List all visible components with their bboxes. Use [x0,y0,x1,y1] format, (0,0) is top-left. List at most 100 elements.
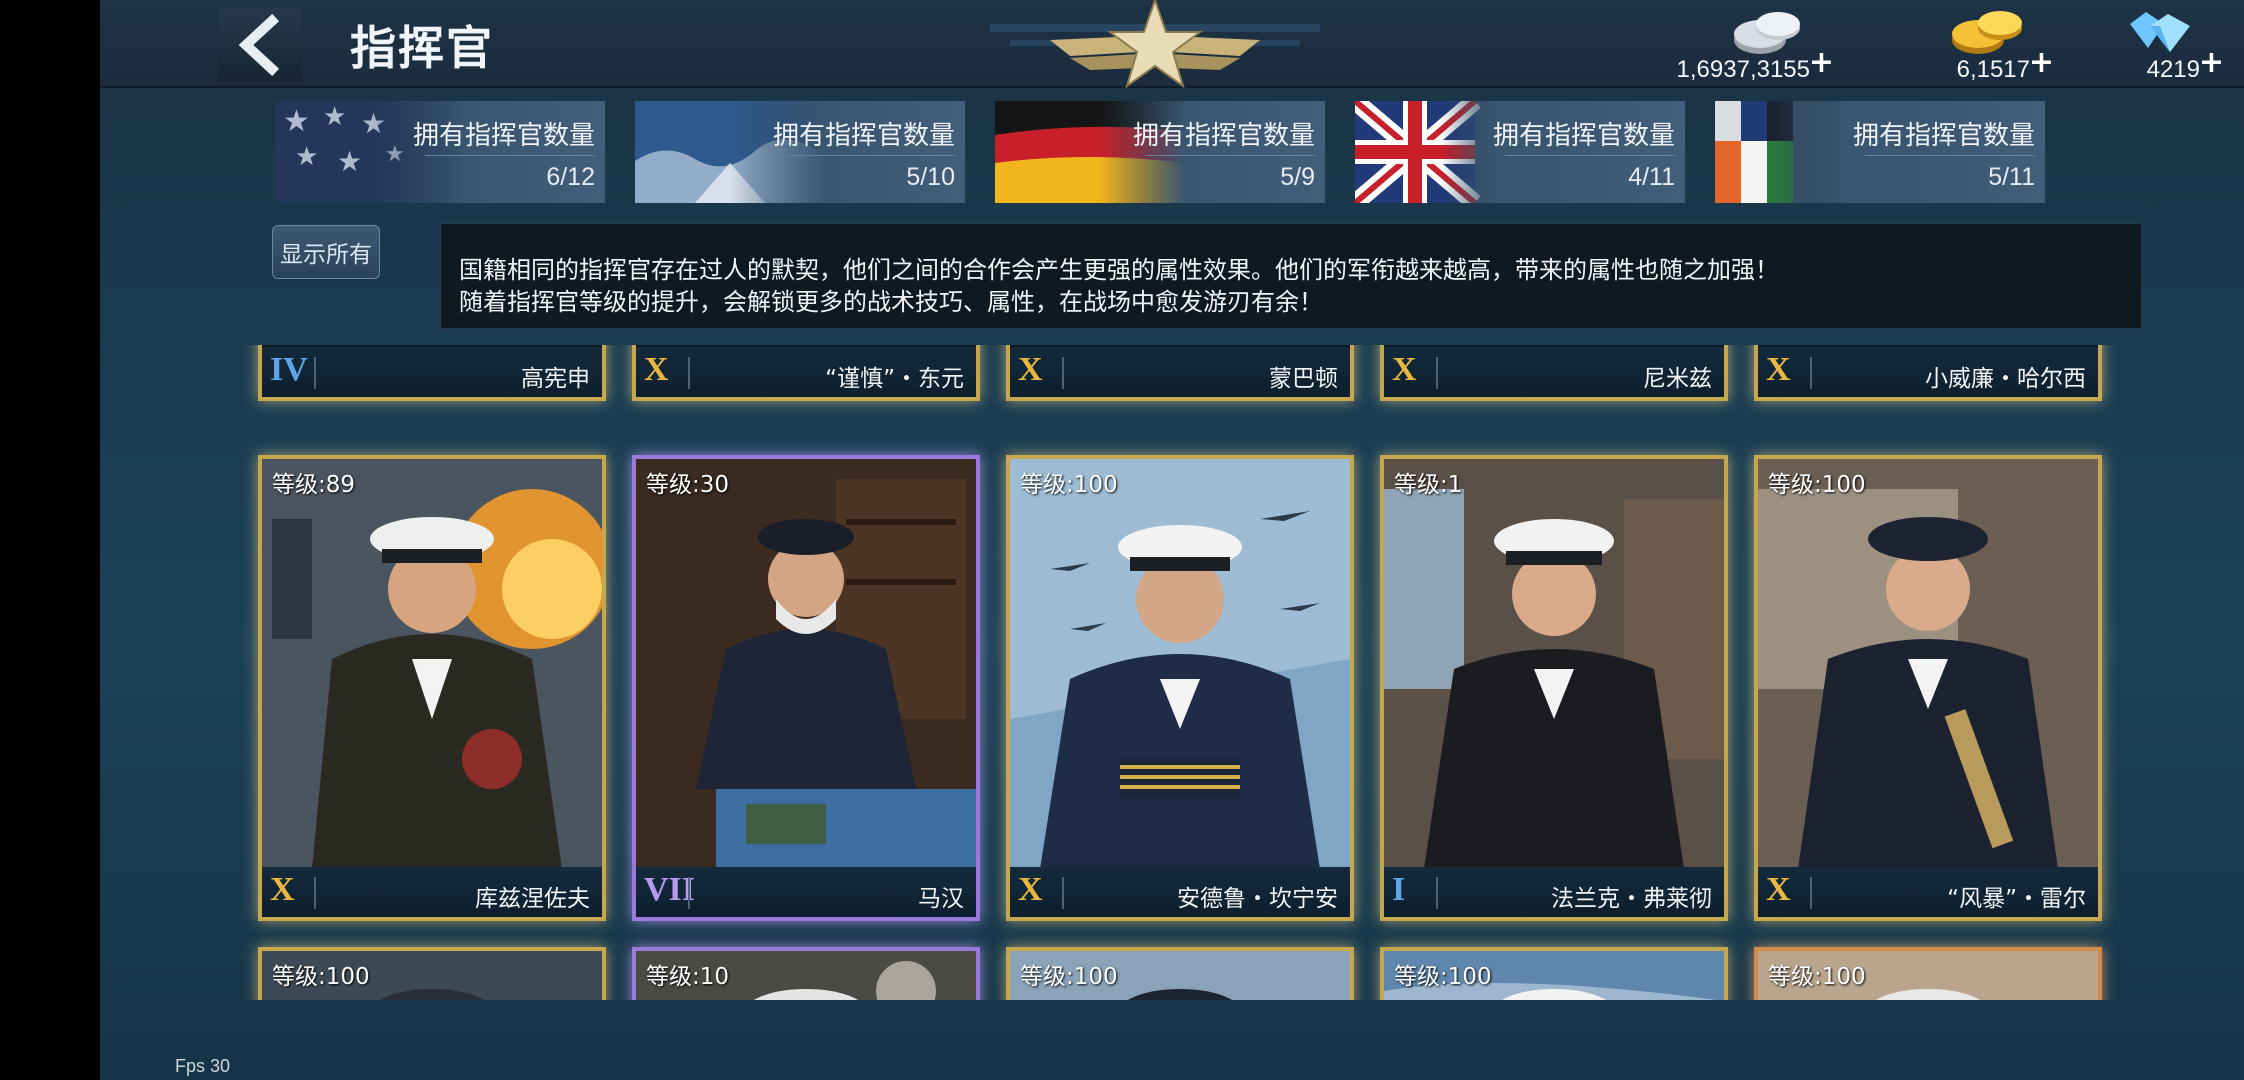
divider [314,877,316,909]
back-arrow-icon [238,13,280,77]
add-silver-button[interactable]: + [1809,45,1834,80]
silver-value: 1,6937,3155 [1676,56,1810,83]
nation-count: 6/12 [546,163,595,191]
divider [1810,877,1812,909]
show-all-button[interactable]: 显示所有 [272,225,380,279]
commander-name: 高宪申 [521,366,590,392]
rank-numeral: IV [270,351,308,388]
nation-count: 5/10 [906,163,955,191]
divider [425,155,595,156]
commander-name: 安德鲁・坎宁安 [1177,886,1338,912]
commander-card[interactable]: 等级:100 [1754,947,2102,1000]
commander-card[interactable]: 等级:100 [1006,947,1354,1000]
commander-portrait [1010,459,1350,869]
name-bar: X 库兹涅佐夫 [262,867,602,917]
nation-title: 拥有指挥官数量 [412,121,595,151]
commander-card[interactable]: 等级:100 X 安德鲁・坎宁安 [1006,455,1354,921]
gold-coins-icon [1952,11,2022,54]
description-line-2: 随着指挥官等级的提升，会解锁更多的战术技巧、属性，在战场中愈发游刃有余！ [459,288,1323,316]
name-bar: VII 马汉 [636,867,976,917]
commander-portrait [262,459,602,869]
commander-card[interactable]: X 尼米兹 [1380,345,1728,401]
divider [785,155,955,156]
description-line-1: 国籍相同的指挥官存在过人的默契，他们之间的合作会产生更强的属性效果。他们的军衔越… [459,256,1779,284]
divider [688,877,690,909]
name-bar: X “谨慎”・东元 [636,347,976,397]
nation-card-soviet[interactable]: 拥有指挥官数量 5/11 [1715,101,2045,203]
divider [1865,155,2035,156]
divider [1505,155,1675,156]
back-button[interactable] [218,8,302,82]
commander-name: “谨慎”・东元 [825,366,964,392]
rank-numeral: X [1766,871,1791,908]
divider [1062,357,1064,389]
commander-card[interactable]: IV 高宪申 [258,345,606,401]
commander-card[interactable]: 等级:100 [258,947,606,1000]
silver-coins-icon [1734,12,1800,54]
commander-portrait [1384,459,1724,869]
nation-title: 拥有指挥官数量 [1492,121,1675,151]
description-panel: 国籍相同的指挥官存在过人的默契，他们之间的合作会产生更强的属性效果。他们的军衔越… [440,223,2142,329]
winged-star-emblem-icon [990,0,1320,89]
commander-portrait [1758,459,2098,869]
nation-card-germany[interactable]: 拥有指挥官数量 5/9 [995,101,1325,203]
level-badge: 等级:100 [1020,964,1118,990]
nation-title: 拥有指挥官数量 [1852,121,2035,151]
rank-numeral: X [1392,351,1417,388]
level-badge: 等级:1 [1394,472,1463,498]
name-bar: X 蒙巴顿 [1010,347,1350,397]
name-bar: X 尼米兹 [1384,347,1724,397]
name-bar: X 安德鲁・坎宁安 [1010,867,1350,917]
rank-numeral: X [1766,351,1791,388]
gold-value: 6,1517 [1956,56,2030,83]
divider [1436,877,1438,909]
add-diamond-button[interactable]: + [2199,45,2224,80]
commander-card[interactable]: 等级:10 [632,947,980,1000]
commander-name: 马汉 [918,886,964,912]
commander-card[interactable]: 等级:100 X “风暴”・雷尔 [1754,455,2102,921]
level-badge: 等级:89 [272,472,356,498]
commander-card[interactable]: 等级:1 I 法兰克・弗莱彻 [1380,455,1728,921]
level-badge: 等级:30 [646,472,730,498]
commander-name: 尼米兹 [1643,366,1712,392]
rank-numeral: X [270,871,295,908]
commander-name: “风暴”・雷尔 [1947,886,2086,912]
divider [314,357,316,389]
commander-name: 小威廉・哈尔西 [1925,366,2086,392]
level-badge: 等级:100 [1020,472,1118,498]
nation-title: 拥有指挥官数量 [772,121,955,151]
diamond-currency: 4219 + [2030,6,2230,86]
level-badge: 等级:100 [1768,472,1866,498]
nation-count: 5/11 [1988,163,2035,191]
divider [1145,155,1315,156]
rank-numeral: X [1018,871,1043,908]
divider [1810,357,1812,389]
level-badge: 等级:100 [1394,964,1492,990]
commander-grid[interactable]: IV 高宪申 X “谨慎”・东元 X 蒙巴顿 X 尼米兹 X 小威廉・哈尔西 等… [100,345,2244,1000]
rank-numeral: I [1392,871,1406,908]
nation-card-uk[interactable]: 拥有指挥官数量 4/11 [1355,101,1685,203]
nation-card-japan[interactable]: 拥有指挥官数量 5/10 [635,101,965,203]
commander-name: 法兰克・弗莱彻 [1551,886,1712,912]
silver-currency: 1,6937,3155 + [1640,6,1840,86]
level-badge: 等级:100 [272,964,370,990]
rank-numeral: X [644,351,669,388]
name-bar: I 法兰克・弗莱彻 [1384,867,1724,917]
commander-card[interactable]: X “谨慎”・东元 [632,345,980,401]
commander-card[interactable]: 等级:30 VII 马汉 [632,455,980,921]
diamond-icon [2130,12,2190,52]
commander-card[interactable]: 等级:89 X 库兹涅佐夫 [258,455,606,921]
rank-numeral: X [1018,351,1043,388]
commander-card[interactable]: X 蒙巴顿 [1006,345,1354,401]
commander-card[interactable]: 等级:100 [1380,947,1728,1000]
divider [1062,877,1064,909]
commander-card[interactable]: X 小威廉・哈尔西 [1754,345,2102,401]
nation-count: 5/9 [1280,163,1315,191]
game-screen: 指挥官 1,6937,3155 + 6,1517 + 4219 + 拥有指挥官数… [100,0,2244,1080]
nation-title: 拥有指挥官数量 [1132,121,1315,151]
fps-counter: Fps 30 [175,1056,231,1076]
nation-card-usa[interactable]: ★★ ★★ ★★ 拥有指挥官数量 6/12 [275,101,605,203]
nation-count: 4/11 [1628,163,1675,191]
name-bar: X 小威廉・哈尔西 [1758,347,2098,397]
name-bar: X “风暴”・雷尔 [1758,867,2098,917]
